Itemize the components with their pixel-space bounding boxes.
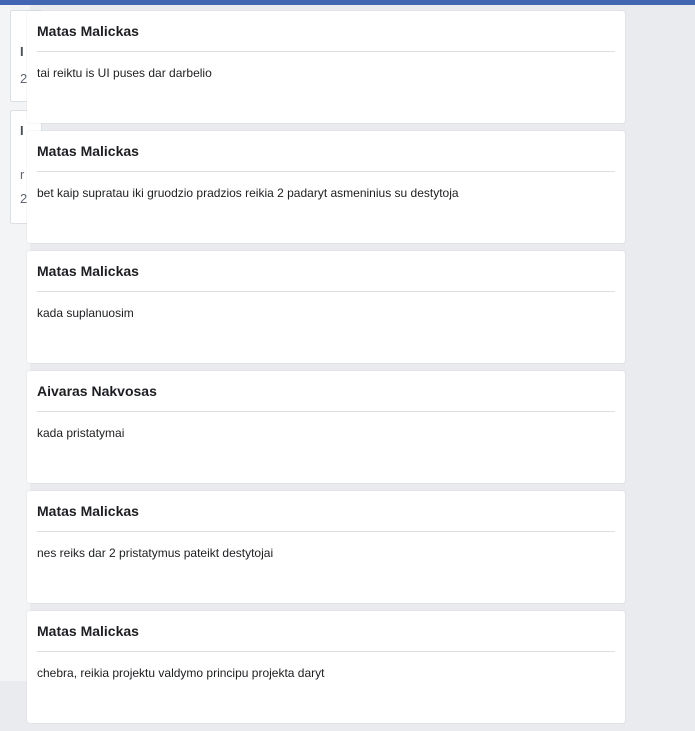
message-feed: Matas Malickas tai reiktu is UI puses da…	[27, 11, 625, 731]
author-name[interactable]: Matas Malickas	[37, 251, 615, 291]
message-text: bet kaip supratau iki gruodzio pradzios …	[37, 186, 459, 200]
author-name[interactable]: Matas Malickas	[37, 11, 615, 51]
author-name[interactable]: Matas Malickas	[37, 611, 615, 651]
underlying-author-fragment: I	[20, 44, 24, 59]
message-text: chebra, reikia projektu valdymo principu…	[37, 666, 325, 680]
message-text: kada suplanuosim	[37, 306, 134, 320]
author-name[interactable]: Matas Malickas	[37, 131, 615, 171]
message-card: Matas Malickas kada suplanuosim	[27, 251, 625, 363]
message-card: Matas Malickas chebra, reikia projektu v…	[27, 611, 625, 723]
top-navigation-strip	[0, 0, 695, 5]
message-card: Matas Malickas tai reiktu is UI puses da…	[27, 11, 625, 123]
message-card: Matas Malickas nes reiks dar 2 pristatym…	[27, 491, 625, 603]
message-text: tai reiktu is UI puses dar darbelio	[37, 66, 212, 80]
message-text: nes reiks dar 2 pristatymus pateikt dest…	[37, 546, 274, 560]
author-name[interactable]: Aivaras Nakvosas	[37, 371, 615, 411]
background-panel: I 2 I r 2	[0, 5, 42, 681]
message-text: kada pristatymai	[37, 426, 125, 440]
author-name[interactable]: Matas Malickas	[37, 491, 615, 531]
underlying-text-fragment: r	[20, 167, 25, 182]
underlying-author-fragment: I	[20, 123, 24, 138]
message-card: Aivaras Nakvosas kada pristatymai	[27, 371, 625, 483]
message-card: Matas Malickas bet kaip supratau iki gru…	[27, 131, 625, 243]
